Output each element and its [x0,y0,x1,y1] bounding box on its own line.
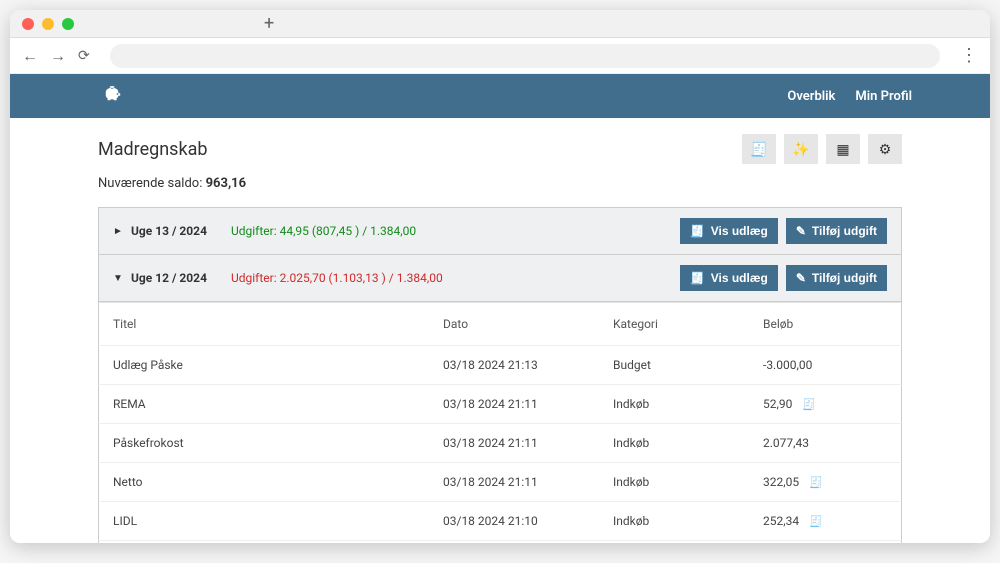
balance-label: Nuværende saldo: [98,176,206,191]
header-date: Dato [443,317,613,331]
cell-date: 03/18 2024 21:11 [443,436,613,450]
url-bar[interactable] [110,44,940,68]
nav-profile[interactable]: Min Profil [855,89,912,104]
weeks-container: ► Uge 13 / 2024 Udgifter: 44,95 (807,45 … [98,207,902,302]
page-title: Madregnskab [98,139,208,160]
grid-view-button[interactable]: ▦ [826,134,860,164]
page-title-row: Madregnskab 🧾 ✨ ▦ ⚙ [98,134,902,164]
show-outlay-label: Vis udlæg [711,224,768,238]
cell-category: Indkøb [613,475,763,489]
table-row[interactable]: LIDL 03/18 2024 21:10 Indkøb 252,34🧾 [98,501,902,540]
page-body: Madregnskab 🧾 ✨ ▦ ⚙ Nuværende saldo: 963… [10,118,990,543]
week-actions: 🧾 Vis udlæg ✎ Tilføj udgift [680,218,887,244]
grid-icon: ▦ [836,141,849,158]
receipt-icon: 🧾 [802,398,816,411]
gear-icon: ⚙ [879,141,892,158]
cell-category: Budget [613,358,763,372]
back-icon[interactable]: ← [22,46,38,66]
forward-icon[interactable]: → [50,46,66,66]
week-row[interactable]: ▼ Uge 12 / 2024 Udgifter: 2.025,70 (1.10… [98,255,902,302]
cell-title: LIDL [113,514,443,528]
toolbar-buttons: 🧾 ✨ ▦ ⚙ [742,134,902,164]
edit-icon: ✎ [796,271,806,285]
cell-date: 03/18 2024 21:10 [443,514,613,528]
reload-icon[interactable]: ⟳ [78,48,90,64]
add-expense-label: Tilføj udgift [812,271,877,285]
header-amount: Beløb [763,317,887,331]
close-window-button[interactable] [22,18,34,30]
show-outlay-button[interactable]: 🧾 Vis udlæg [680,218,778,244]
cell-category: Indkøb [613,397,763,411]
table-row[interactable]: Føtex 03/18 2024 21:10 Indkøb 674,41🧾 [98,540,902,543]
table-row[interactable]: Påskefrokost 03/18 2024 21:11 Indkøb 2.0… [98,423,902,462]
window-controls [22,18,74,30]
balance-row: Nuværende saldo: 963,16 [98,176,902,191]
cell-category: Indkøb [613,514,763,528]
week-expense: Udgifter: 44,95 (807,45 ) / 1.384,00 [231,224,416,238]
cell-title: Påskefrokost [113,436,443,450]
cell-date: 03/18 2024 21:13 [443,358,613,372]
show-outlay-button[interactable]: 🧾 Vis udlæg [680,265,778,291]
table-header: Titel Dato Kategori Beløb [98,302,902,345]
cell-category: Indkøb [613,436,763,450]
cell-amount: -3.000,00 [763,358,887,372]
add-expense-button[interactable]: ✎ Tilføj udgift [786,265,887,291]
cell-title: REMA [113,397,443,411]
receipt-icon: 🧾 [690,271,705,285]
sparkles-icon: ✨ [792,141,809,158]
receipt-icon: 🧾 [750,141,767,158]
receipt-icon: 🧾 [690,224,705,238]
add-expense-button[interactable]: ✎ Tilføj udgift [786,218,887,244]
settings-button[interactable]: ⚙ [868,134,902,164]
cell-title: Netto [113,475,443,489]
receipt-icon: 🧾 [809,515,823,528]
nav-overview[interactable]: Overblik [787,89,835,104]
cell-date: 03/18 2024 21:11 [443,475,613,489]
chevron-icon: ▼ [113,273,123,284]
cell-amount: 52,90🧾 [763,397,887,411]
week-label: Uge 12 / 2024 [131,271,207,285]
maximize-window-button[interactable] [62,18,74,30]
header-title: Titel [113,317,443,331]
browser-window: + ← → ⟳ ⋮ Overblik Min Profil Madregnska… [10,10,990,543]
table-row[interactable]: Netto 03/18 2024 21:11 Indkøb 322,05🧾 [98,462,902,501]
cell-amount: 252,34🧾 [763,514,887,528]
nav-links: Overblik Min Profil [787,89,912,104]
minimize-window-button[interactable] [42,18,54,30]
piggy-bank-icon [102,84,124,108]
week-label: Uge 13 / 2024 [131,224,207,238]
chevron-icon: ► [113,226,123,237]
cell-title: Udlæg Påske [113,358,443,372]
week-expense: Udgifter: 2.025,70 (1.103,13 ) / 1.384,0… [231,271,443,285]
new-tab-button[interactable]: + [264,13,274,34]
browser-menu-icon[interactable]: ⋮ [960,45,978,66]
cell-date: 03/18 2024 21:11 [443,397,613,411]
browser-toolbar: ← → ⟳ ⋮ [10,38,990,74]
browser-titlebar: + [10,10,990,38]
header-category: Kategori [613,317,763,331]
receipt-view-button[interactable]: 🧾 [742,134,776,164]
balance-value: 963,16 [206,176,247,191]
week-row[interactable]: ► Uge 13 / 2024 Udgifter: 44,95 (807,45 … [98,207,902,255]
show-outlay-label: Vis udlæg [711,271,768,285]
table-row[interactable]: REMA 03/18 2024 21:11 Indkøb 52,90🧾 [98,384,902,423]
table-body: Udlæg Påske 03/18 2024 21:13 Budget -3.0… [98,345,902,543]
table-row[interactable]: Udlæg Påske 03/18 2024 21:13 Budget -3.0… [98,345,902,384]
cell-amount: 322,05🧾 [763,475,887,489]
add-expense-label: Tilføj udgift [812,224,877,238]
edit-icon: ✎ [796,224,806,238]
trends-button[interactable]: ✨ [784,134,818,164]
receipt-icon: 🧾 [809,476,823,489]
week-actions: 🧾 Vis udlæg ✎ Tilføj udgift [680,265,887,291]
cell-amount: 2.077,43 [763,436,887,450]
app-header: Overblik Min Profil [10,74,990,118]
app-content: Overblik Min Profil Madregnskab 🧾 ✨ ▦ ⚙ … [10,74,990,543]
